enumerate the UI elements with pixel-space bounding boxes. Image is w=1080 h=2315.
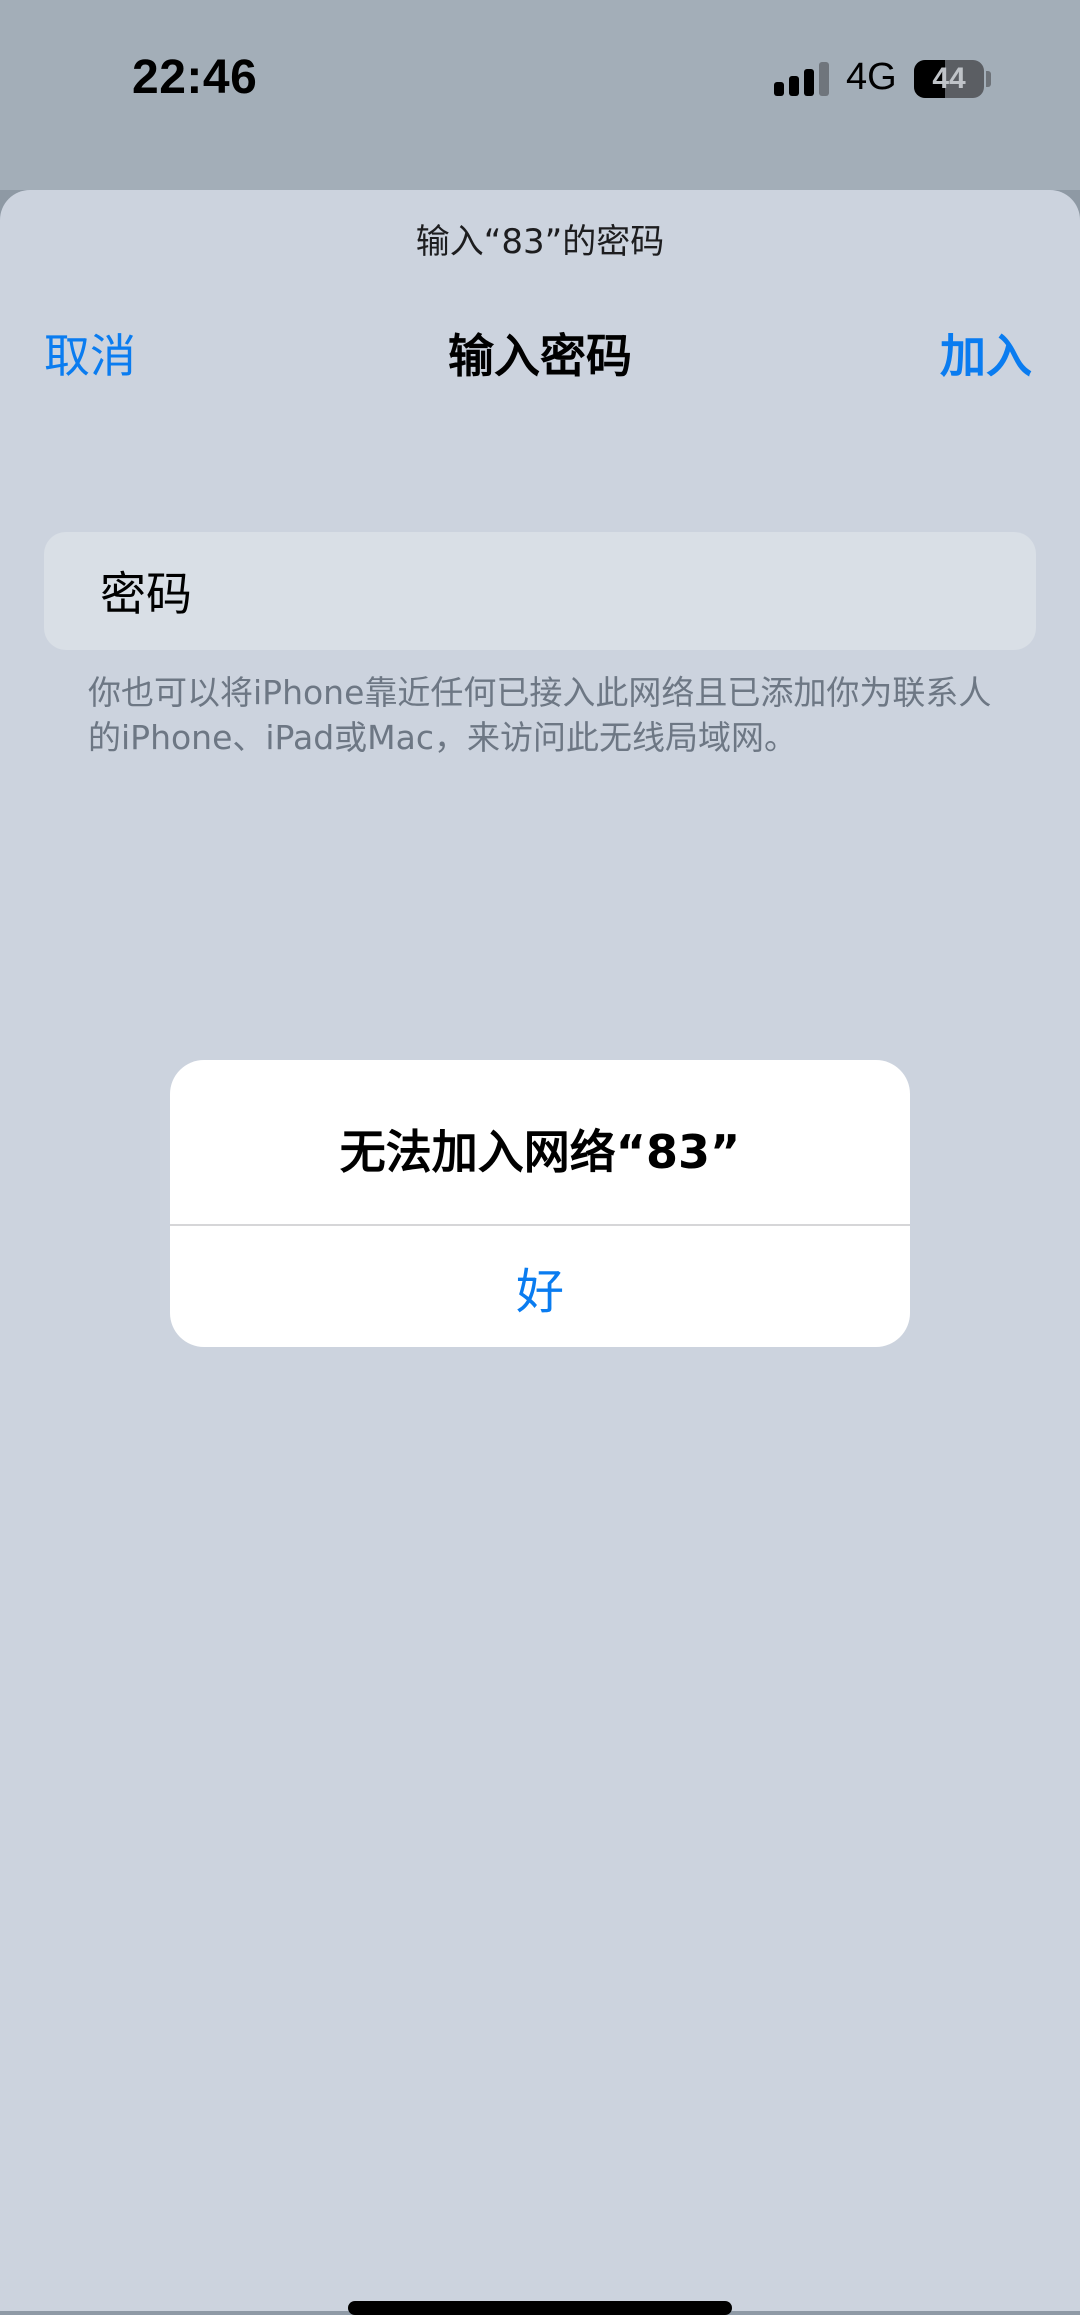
alert-title: 无法加入网络“83”: [339, 1125, 741, 1179]
ok-button[interactable]: 好: [170, 1226, 910, 1347]
home-indicator[interactable]: [348, 2301, 732, 2315]
alert-dialog: 无法加入网络“83” 好: [170, 1060, 910, 1347]
